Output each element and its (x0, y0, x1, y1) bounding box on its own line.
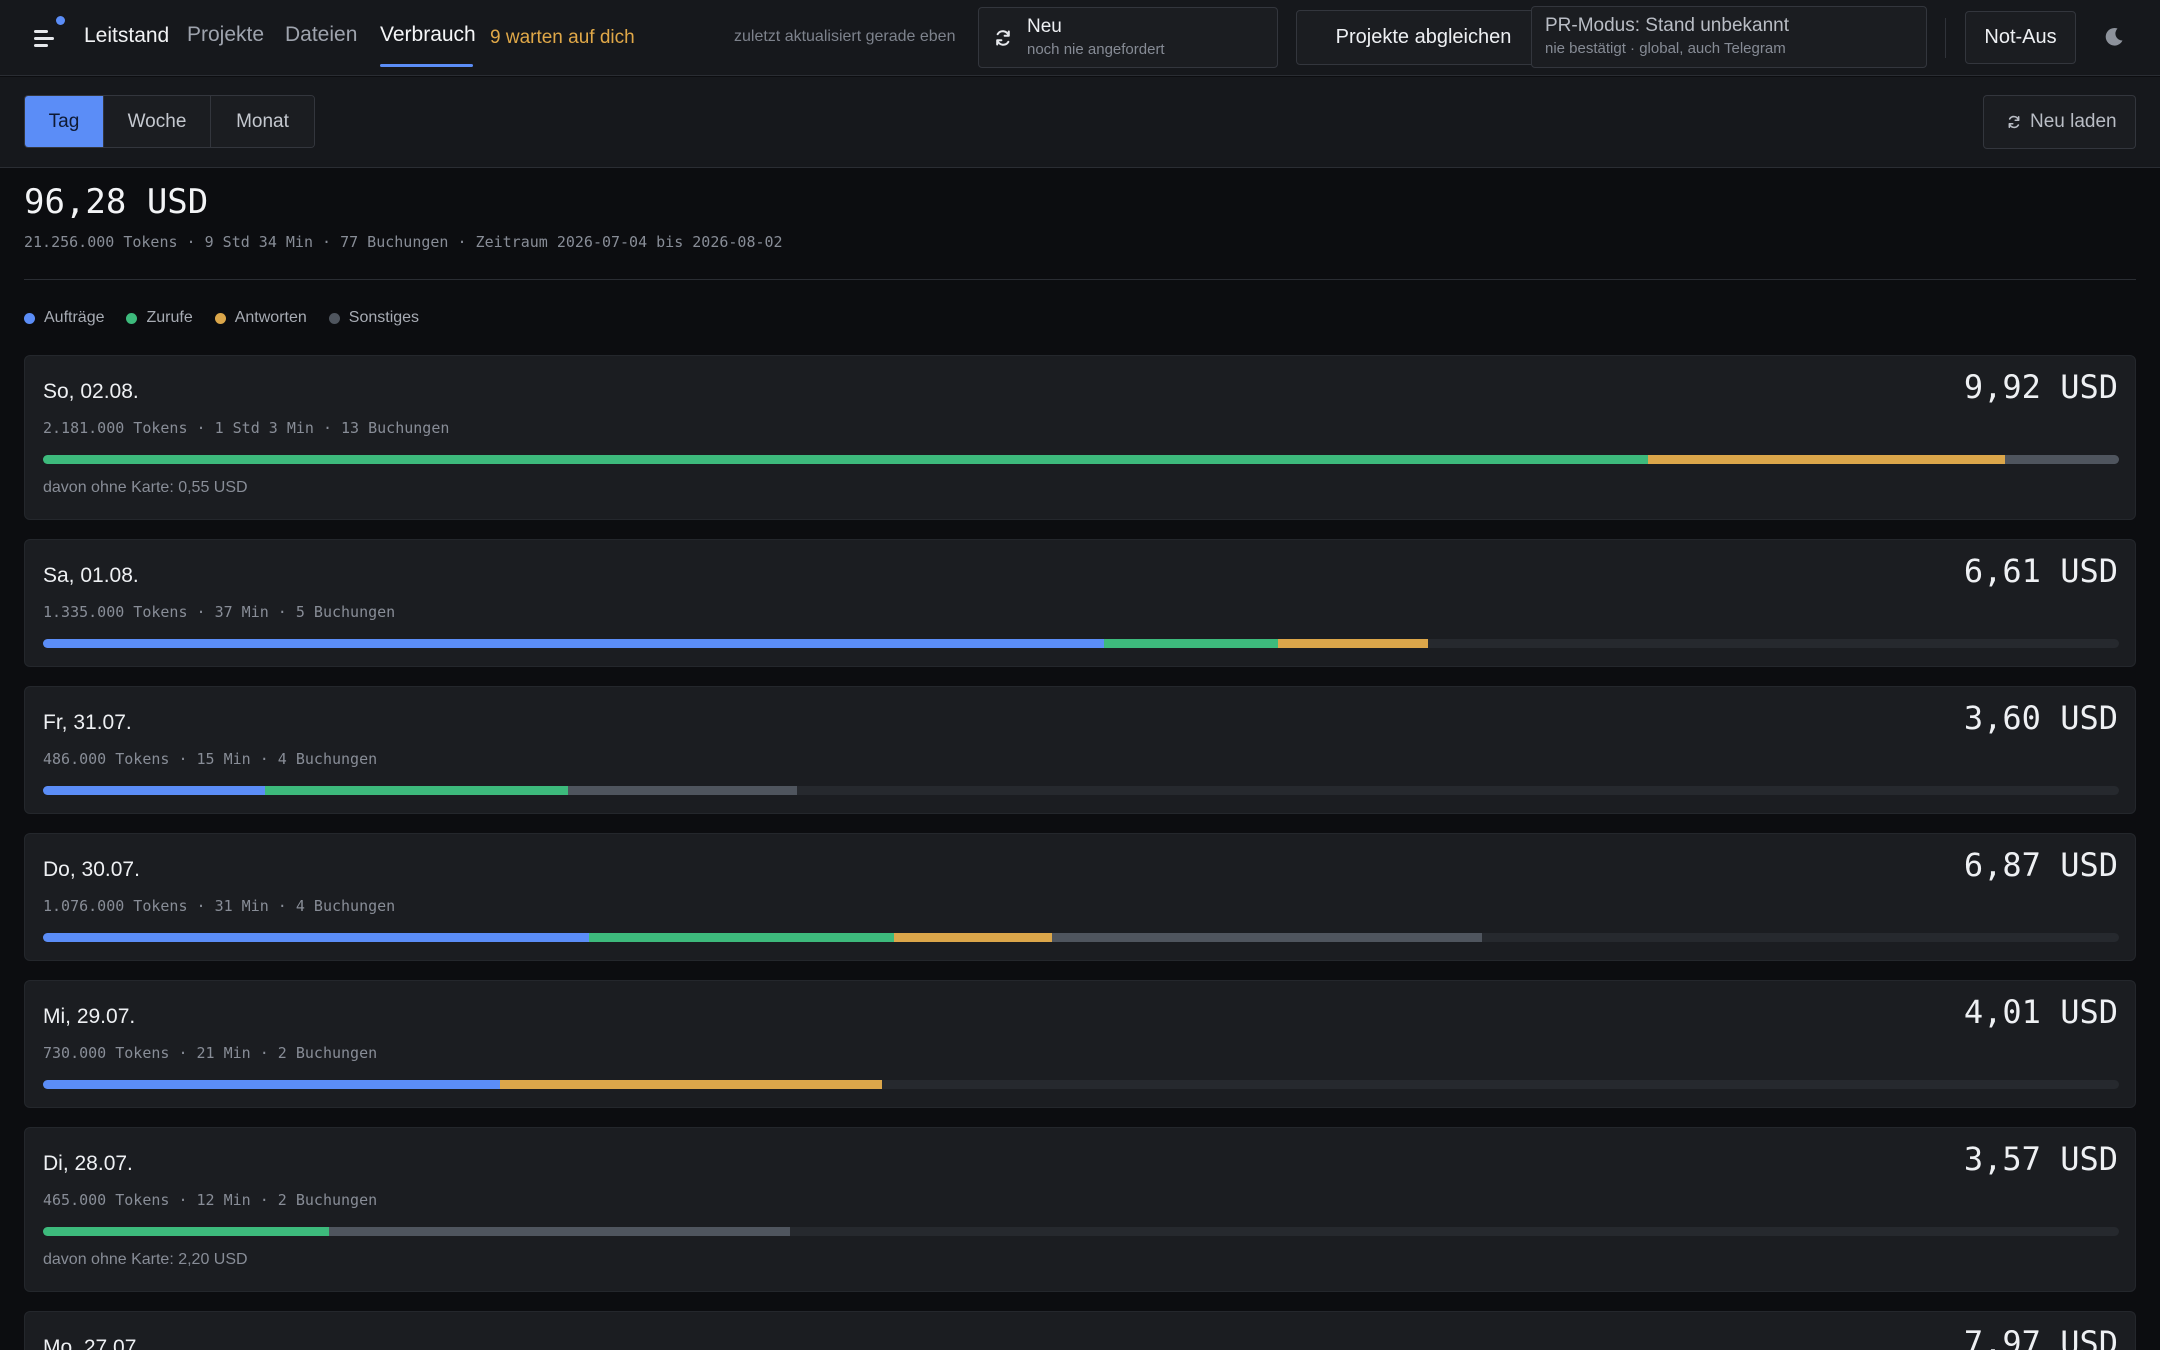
legend-item-auftraege: Aufträge (24, 309, 104, 327)
usage-bar (43, 455, 2119, 464)
zurufe-segment (43, 455, 1648, 464)
day-amount: 3,60 USD (1963, 699, 2118, 737)
usage-bar (43, 933, 2119, 942)
day-amount: 9,92 USD (1963, 368, 2118, 406)
day-date: Fr, 31.07. (43, 711, 132, 734)
day-card: Mo, 27.07. 7,97 USD (24, 1311, 2136, 1350)
day-extra-note: davon ohne Karte: 0,55 USD (43, 479, 248, 496)
pr-mode-subtitle: nie bestätigt · global, auch Telegram (1545, 40, 1786, 57)
sonstiges-segment (568, 786, 797, 795)
day-date: Sa, 01.08. (43, 564, 139, 587)
auftraege-segment (43, 639, 1104, 648)
sonstiges-segment (1051, 933, 1482, 942)
divider (1945, 18, 1946, 58)
nav-verbrauch[interactable]: Verbrauch (380, 23, 476, 47)
legend-label: Sonstiges (348, 309, 420, 326)
legend-label: Zurufe (146, 309, 193, 326)
usage-bar (43, 1227, 2119, 1236)
day-amount: 4,01 USD (1963, 993, 2118, 1031)
antworten-segment (1647, 455, 2005, 464)
emergency-stop-label: Not-Aus (1984, 26, 2057, 48)
day-amount: 7,97 USD (1963, 1324, 2118, 1350)
request-new-title: Neu (1027, 16, 1062, 37)
pr-mode-button[interactable]: PR-Modus: Stand unbekannt nie bestätigt … (1531, 6, 1927, 68)
legend-item-sonstiges: Sonstiges (328, 309, 420, 327)
top-bar: Leitstand Projekte Dateien Verbrauch 9 w… (0, 0, 2160, 76)
day-card: Fr, 31.07. 3,60 USD 486.000 Tokens · 15 … (24, 686, 2136, 814)
moon-icon[interactable] (2103, 26, 2125, 48)
tab-tag[interactable]: Tag (25, 96, 104, 147)
usage-bar (43, 639, 2119, 648)
day-date: Mo, 27.07. (43, 1336, 143, 1350)
legend-dot (126, 312, 138, 324)
legend: Aufträge Zurufe Antworten Sonstiges (24, 309, 441, 327)
brand-title[interactable]: Leitstand (84, 24, 169, 48)
legend-dot (328, 312, 340, 324)
day-meta: 1.076.000 Tokens · 31 Min · 4 Buchungen (43, 897, 396, 915)
day-amount: 6,61 USD (1963, 552, 2118, 590)
usage-bar (43, 1080, 2119, 1089)
waiting-badge[interactable]: 9 warten auf dich (490, 27, 635, 49)
day-card: Mi, 29.07. 4,01 USD 730.000 Tokens · 21 … (24, 980, 2136, 1108)
antworten-segment (1278, 639, 1428, 648)
usage-bar (43, 786, 2119, 795)
auftraege-segment (43, 786, 266, 795)
notification-dot (56, 16, 65, 25)
legend-dot (214, 312, 226, 324)
auftraege-segment (43, 933, 589, 942)
tab-monat[interactable]: Monat (211, 96, 314, 147)
day-date: So, 02.08. (43, 380, 139, 403)
legend-label: Antworten (234, 309, 307, 326)
divider (24, 279, 2136, 280)
last-updated-text: zuletzt aktualisiert gerade eben (734, 28, 956, 45)
request-new-subtitle: noch nie angefordert (1027, 41, 1165, 58)
legend-item-antworten: Antworten (214, 309, 307, 327)
antworten-segment (499, 1080, 882, 1089)
day-meta: 730.000 Tokens · 21 Min · 2 Buchungen (43, 1044, 378, 1062)
legend-dot (24, 312, 35, 324)
sync-projects-label: Projekte abgleichen (1335, 26, 1512, 48)
zurufe-segment (265, 786, 569, 795)
sonstiges-segment (329, 1227, 791, 1236)
legend-item-zurufe: Zurufe (126, 309, 193, 327)
nav-dateien[interactable]: Dateien (285, 23, 357, 47)
zurufe-segment (588, 933, 895, 942)
emergency-stop-button[interactable]: Not-Aus (1965, 11, 2076, 64)
antworten-segment (894, 933, 1052, 942)
day-card: So, 02.08. 9,92 USD 2.181.000 Tokens · 1… (24, 355, 2136, 520)
reload-button[interactable]: Neu laden (1983, 95, 2136, 149)
tab-woche[interactable]: Woche (104, 96, 211, 147)
period-toolbar: Tag Woche Monat Neu laden (0, 77, 2160, 168)
reload-label: Neu laden (2030, 111, 2117, 132)
day-card: Di, 28.07. 3,57 USD 465.000 Tokens · 12 … (24, 1127, 2136, 1292)
day-date: Mi, 29.07. (43, 1005, 136, 1028)
total-amount: 96,28 USD (24, 182, 209, 222)
request-new-button[interactable]: Neu noch nie angefordert (978, 7, 1278, 68)
refresh-icon (996, 30, 1010, 46)
sonstiges-segment (2004, 455, 2119, 464)
day-meta: 486.000 Tokens · 15 Min · 4 Buchungen (43, 750, 378, 768)
menu-icon[interactable] (26, 16, 65, 56)
zurufe-segment (1103, 639, 1279, 648)
sync-projects-button[interactable]: Projekte abgleichen (1296, 10, 1551, 65)
zurufe-segment (43, 1227, 330, 1236)
nav-projekte[interactable]: Projekte (187, 23, 264, 47)
day-meta: 1.335.000 Tokens · 37 Min · 5 Buchungen (43, 603, 396, 621)
legend-label: Aufträge (44, 309, 105, 326)
nav-active-indicator (380, 64, 473, 67)
day-amount: 6,87 USD (1963, 846, 2118, 884)
day-date: Di, 28.07. (43, 1152, 133, 1175)
day-card: Do, 30.07. 6,87 USD 1.076.000 Tokens · 3… (24, 833, 2136, 961)
pr-mode-title: PR-Modus: Stand unbekannt (1545, 15, 1789, 36)
day-meta: 465.000 Tokens · 12 Min · 2 Buchungen (43, 1191, 378, 1209)
day-meta: 2.181.000 Tokens · 1 Std 3 Min · 13 Buch… (43, 419, 450, 437)
auftraege-segment (43, 1080, 500, 1089)
period-selector: Tag Woche Monat (24, 95, 315, 148)
day-amount: 3,57 USD (1963, 1140, 2118, 1178)
day-extra-note: davon ohne Karte: 2,20 USD (43, 1251, 248, 1268)
day-date: Do, 30.07. (43, 858, 140, 881)
summary-details: 21.256.000 Tokens · 9 Std 34 Min · 77 Bu… (24, 233, 783, 251)
day-card: Sa, 01.08. 6,61 USD 1.335.000 Tokens · 3… (24, 539, 2136, 667)
reload-icon (2008, 115, 2020, 129)
